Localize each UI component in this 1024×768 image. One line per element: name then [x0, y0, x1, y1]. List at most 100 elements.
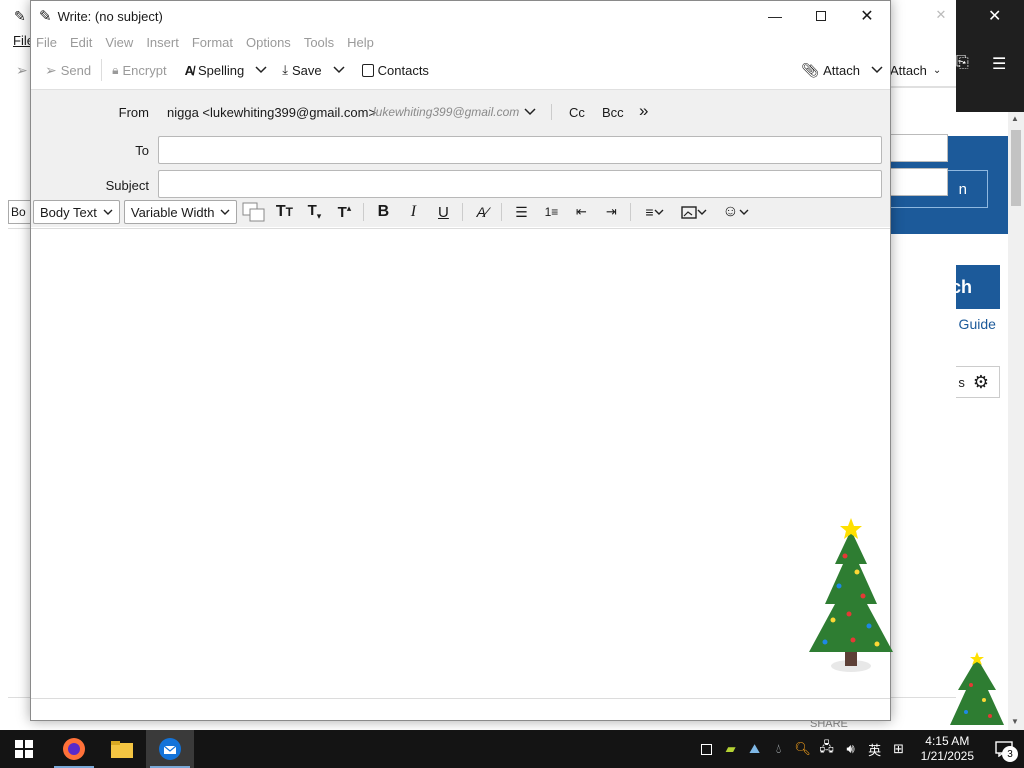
attach-dropdown[interactable] [866, 56, 888, 84]
menu-file[interactable]: File [36, 35, 57, 50]
bg-attach-label[interactable]: Attach [890, 63, 927, 78]
italic-icon: I [410, 203, 417, 220]
bcc-button[interactable]: Bcc [602, 105, 624, 120]
insert-image-button[interactable] [675, 200, 713, 224]
bold-button[interactable]: B [370, 200, 396, 224]
title-bar[interactable]: ✎ Write: (no subject) ― ✕ [31, 1, 890, 31]
tray-network-app-icon[interactable]: ⛰ [743, 730, 767, 768]
tray-drop-icon[interactable]: 💧︎ [767, 730, 791, 768]
close-icon: ✕ [860, 8, 874, 25]
taskbar: ▰ ⛰ 💧︎ 🔍︎ 🖧 🔊︎ 英 ⊞ 4:15 AM 1/21/2025 3 [0, 730, 1024, 768]
from-identity[interactable]: nigga <lukewhiting399@gmail.com> [167, 105, 376, 120]
smiley-icon: ☺ [722, 203, 739, 220]
thunderbird-icon [159, 738, 181, 760]
bg-body-right [890, 234, 956, 700]
chevron-down-icon [220, 209, 230, 215]
align-button[interactable]: ≡ [637, 200, 671, 224]
start-button[interactable] [0, 730, 48, 768]
text-style-button[interactable]: A⁄ [469, 200, 495, 224]
thunderbird-taskbar-button[interactable] [146, 730, 194, 768]
scroll-down-icon[interactable]: ▼ [1011, 717, 1019, 726]
scroll-up-icon[interactable]: ▲ [1011, 114, 1019, 123]
notification-count-badge: 3 [1002, 746, 1018, 762]
menu-help[interactable]: Help [347, 35, 374, 50]
maximize-button[interactable] [798, 1, 844, 31]
color-swatch-icon [242, 202, 265, 222]
background-window-edge: ✎ File ➢ Bo [0, 0, 38, 730]
menu-tools[interactable]: Tools [304, 35, 334, 50]
bg-menu-icon[interactable]: ☰ [992, 54, 1006, 74]
christmas-tree-icon [809, 518, 893, 672]
underline-icon: U [438, 203, 449, 221]
firefox-taskbar-button[interactable] [50, 730, 98, 768]
menu-edit[interactable]: Edit [70, 35, 92, 50]
more-fields-icon[interactable]: » [639, 101, 648, 121]
cc-button[interactable]: Cc [569, 105, 585, 120]
from-email[interactable]: lukewhiting399@gmail.com [373, 105, 519, 119]
numbered-list-button[interactable]: 1≡ [538, 200, 564, 224]
outdent-button[interactable]: ⇤ [568, 200, 594, 224]
menu-format[interactable]: Format [192, 35, 233, 50]
send-button[interactable]: ➢ Send [39, 56, 97, 84]
bg-share-icon[interactable]: ⎘ [956, 54, 969, 72]
status-bar [31, 698, 890, 720]
task-view-icon[interactable] [695, 730, 719, 768]
address-book-icon [361, 63, 374, 77]
indent-button[interactable]: ⇥ [598, 200, 624, 224]
background-guide-link[interactable]: r Guide [950, 316, 996, 332]
system-clock[interactable]: 4:15 AM 1/21/2025 [911, 734, 984, 764]
message-body[interactable] [31, 228, 890, 698]
bold-icon: B [377, 203, 390, 220]
spelling-label: Spelling [197, 62, 245, 78]
paragraph-format-select[interactable]: Body Text [33, 200, 120, 224]
volume-icon[interactable]: 🔊︎ [839, 730, 863, 768]
save-button[interactable]: ⤓ Save [276, 56, 327, 84]
menu-insert[interactable]: Insert [146, 35, 179, 50]
close-button[interactable]: ✕ [844, 1, 890, 31]
attach-button[interactable]: 📎︎ Attach [795, 56, 866, 84]
ime-language-indicator[interactable]: 英 [863, 730, 887, 768]
align-left-icon: ≡ [645, 204, 654, 220]
spelling-dropdown[interactable] [250, 56, 272, 84]
attach-label: Attach [823, 62, 860, 78]
chevron-down-icon [103, 209, 113, 215]
tray-app-icon[interactable]: ▰ [719, 730, 743, 768]
network-icon[interactable]: 🖧 [815, 730, 839, 768]
emoji-button[interactable]: ☺ [717, 200, 753, 224]
christmas-tree-icon-secondary [950, 652, 1004, 725]
minimize-button[interactable]: ― [752, 1, 798, 31]
to-label: To [135, 143, 149, 158]
contacts-button[interactable]: Contacts [356, 56, 435, 84]
increase-size-button[interactable]: T▴ [331, 200, 357, 224]
window-title: Write: (no subject) [57, 8, 163, 24]
decrease-size-button[interactable]: T▾ [301, 200, 327, 224]
to-field[interactable] [158, 136, 882, 164]
file-explorer-button[interactable] [98, 730, 146, 768]
menu-view[interactable]: View [105, 35, 133, 50]
menu-options[interactable]: Options [246, 35, 291, 50]
encrypt-label: Encrypt [122, 62, 167, 78]
save-label: Save [291, 62, 322, 78]
save-dropdown[interactable] [328, 56, 350, 84]
chevron-down-icon [333, 66, 345, 74]
format-toolbar: Body Text Variable Width TT T▾ T▴ B I U … [31, 196, 890, 228]
scrollbar-thumb[interactable] [1011, 130, 1021, 206]
notification-center-button[interactable]: 3 [984, 730, 1024, 768]
spelling-button[interactable]: A̸ Spelling [179, 56, 251, 84]
underline-button[interactable]: U [430, 200, 456, 224]
text-color-button[interactable] [241, 200, 267, 224]
smaller-font-button[interactable]: TT [271, 200, 297, 224]
italic-button[interactable]: I [400, 200, 426, 224]
subject-field[interactable] [158, 170, 882, 198]
tray-search-icon[interactable]: 🔍︎ [791, 730, 815, 768]
bullet-list-icon: ☰ [515, 203, 528, 220]
bullet-list-button[interactable]: ☰ [508, 200, 534, 224]
encrypt-button[interactable]: 🔒︎ Encrypt [106, 56, 172, 84]
ime-mode-icon[interactable]: ⊞ [887, 730, 911, 768]
system-tray: ▰ ⛰ 💧︎ 🔍︎ 🖧 🔊︎ 英 ⊞ 4:15 AM 1/21/2025 3 [695, 730, 1024, 768]
bg-browser-close-icon[interactable]: ✕ [988, 6, 1001, 26]
from-label: From [118, 105, 149, 120]
from-dropdown-chevron-icon[interactable] [524, 108, 536, 116]
bg-attach-chevron-icon[interactable]: ⌄ [933, 65, 941, 76]
font-select[interactable]: Variable Width [123, 200, 238, 224]
